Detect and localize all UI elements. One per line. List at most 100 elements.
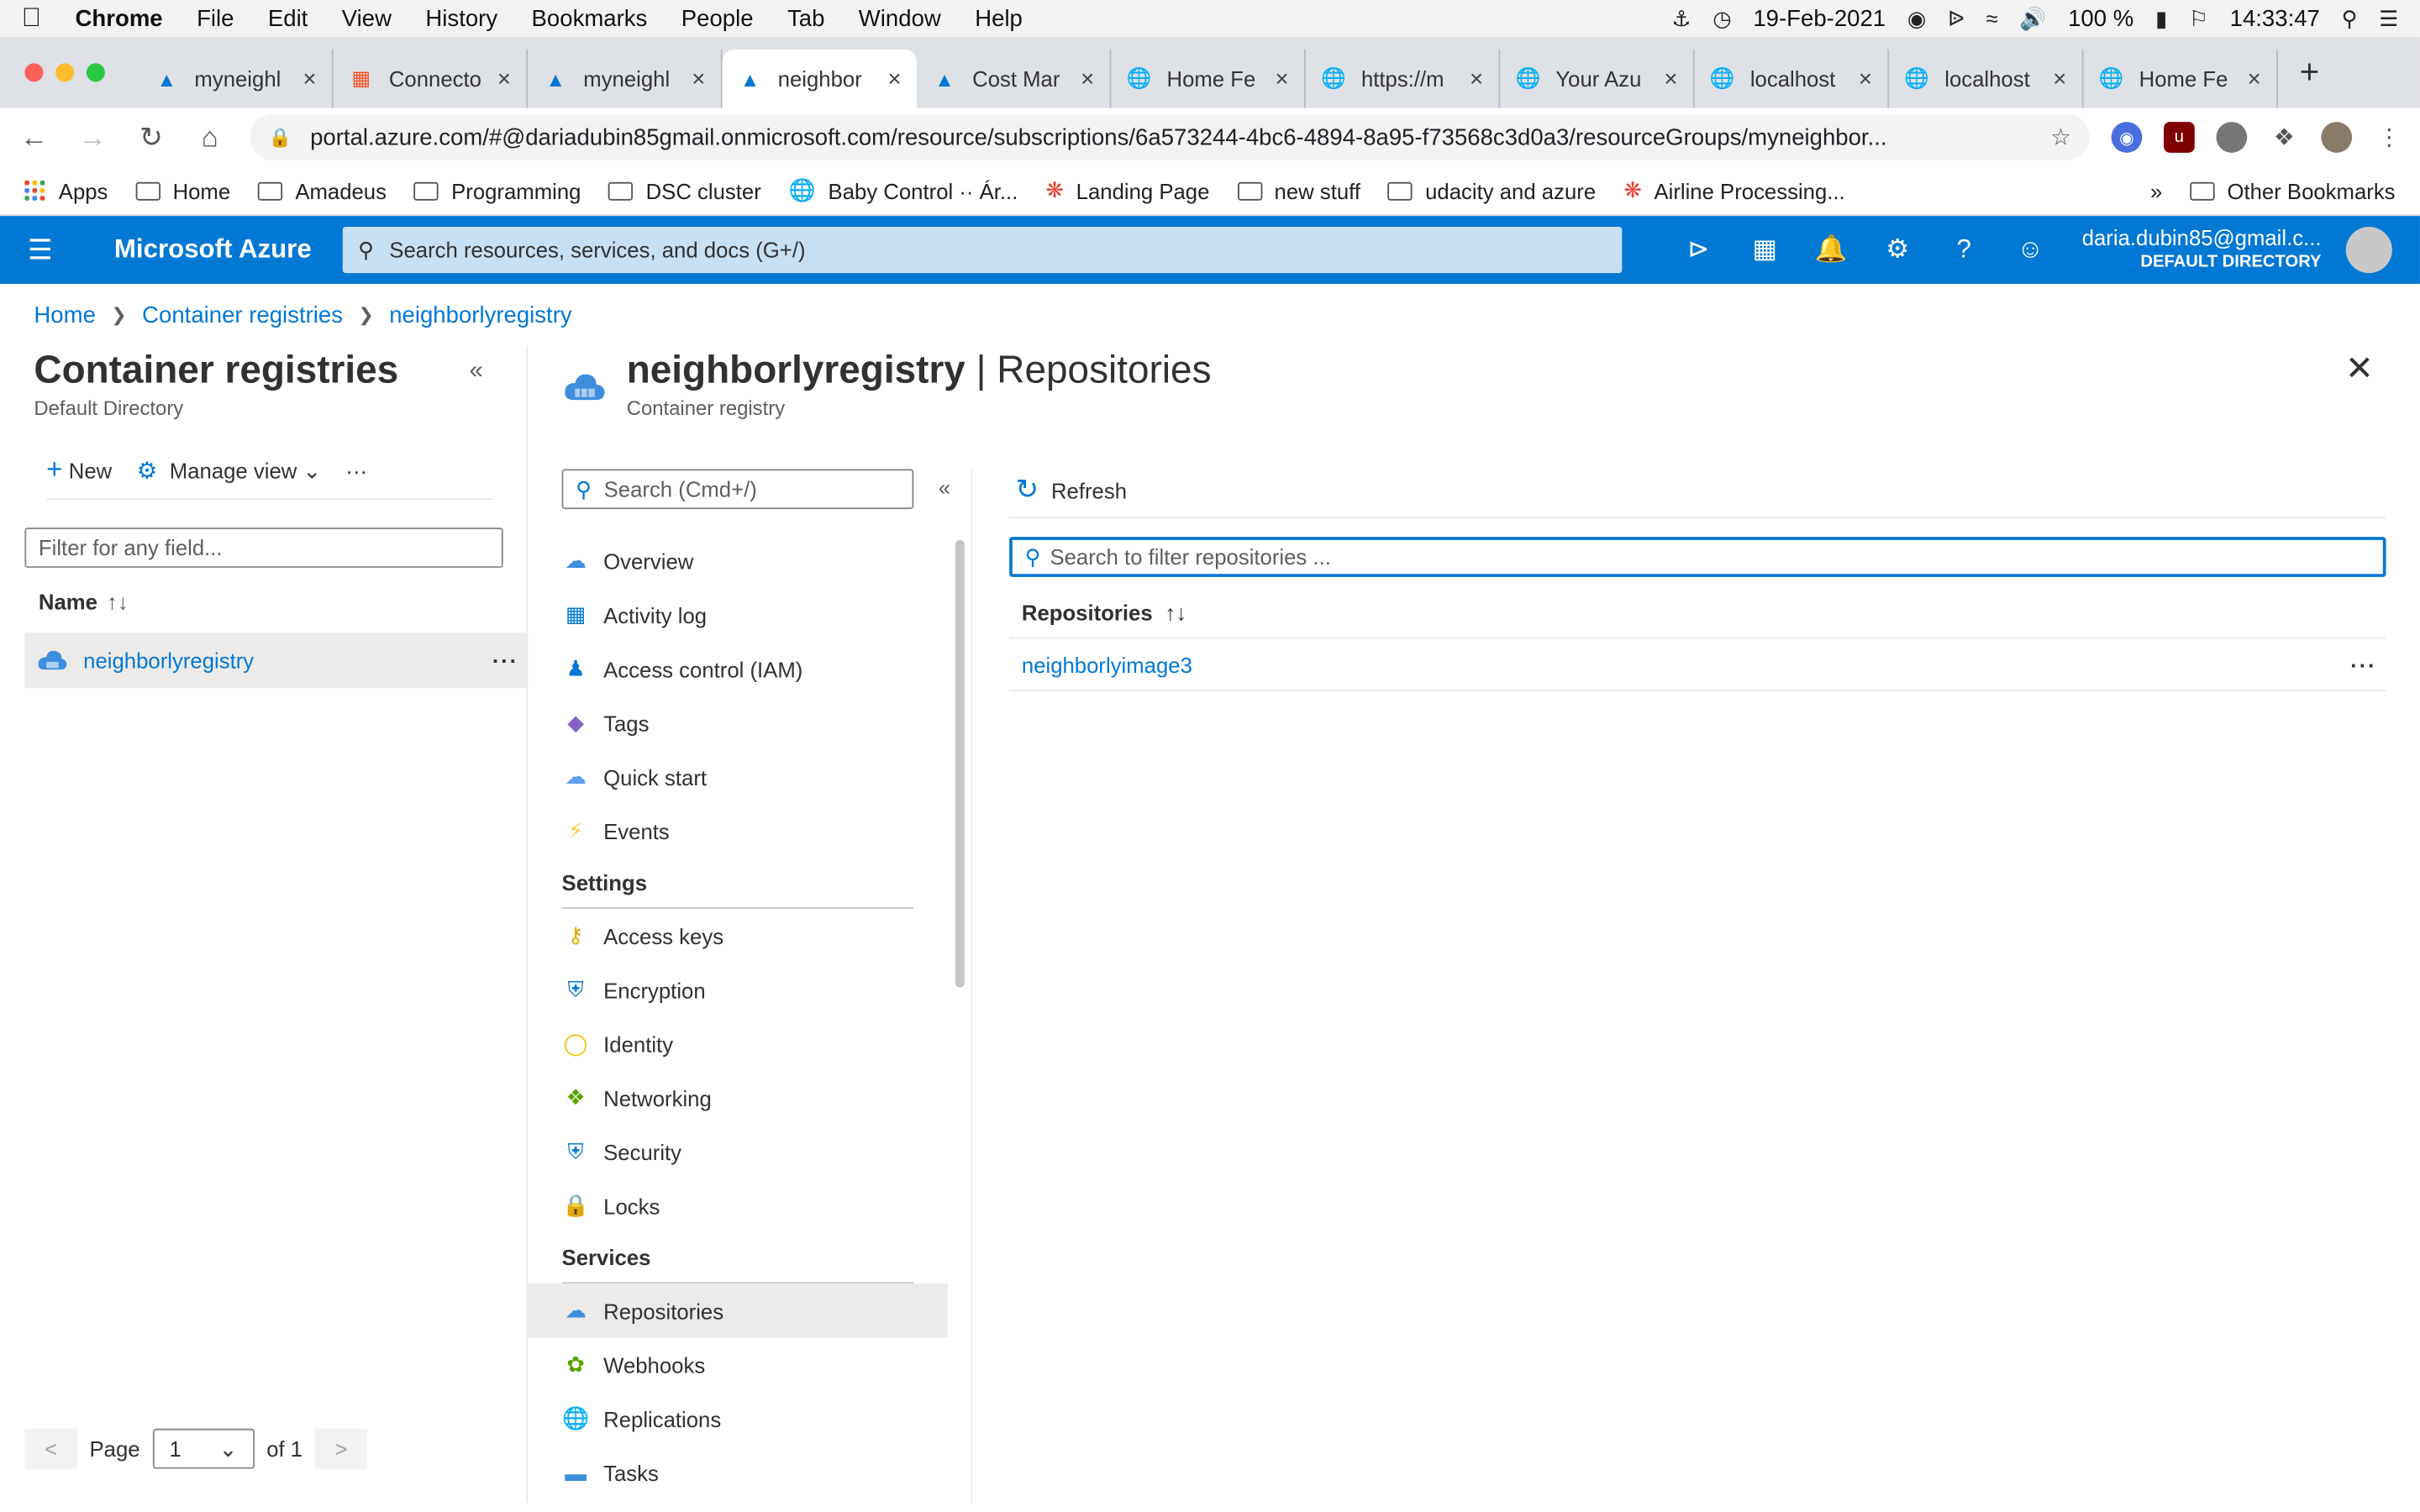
menu-item-access-control-iam[interactable]: ♟ Access control (IAM) — [528, 642, 971, 696]
browser-tab[interactable]: 🌐 https://m × — [1306, 49, 1501, 108]
portal-menu-icon[interactable]: ☰ — [0, 234, 81, 266]
menu-item-repositories[interactable]: ☁ Repositories — [528, 1284, 948, 1338]
battery-icon[interactable]: ▮ — [2155, 5, 2167, 31]
back-arrow-icon[interactable]: ← — [15, 121, 52, 154]
close-tab-icon[interactable]: × — [1081, 66, 1094, 92]
menu-item-tasks[interactable]: ▬ Tasks — [528, 1446, 971, 1499]
previous-page-button[interactable]: < — [24, 1428, 77, 1469]
address-bar[interactable]: 🔒 portal.azure.com/#@dariadubin85gmail.o… — [250, 113, 2090, 161]
home-icon[interactable]: ⌂ — [192, 121, 229, 154]
next-page-button[interactable]: > — [314, 1428, 368, 1469]
menu-item-identity[interactable]: ◯ Identity — [528, 1016, 971, 1070]
menu-item-replications[interactable]: 🌐 Replications — [528, 1392, 971, 1446]
azure-brand[interactable]: Microsoft Azure — [114, 234, 343, 265]
accessibility-icon[interactable]: ◉ — [1907, 5, 1926, 31]
filter-repositories-input[interactable]: ⚲ Search to filter repositories ... — [1009, 537, 2386, 577]
zoom-window-button[interactable] — [86, 63, 105, 82]
menu-item-security[interactable]: ⛨ Security — [528, 1125, 971, 1179]
directory-filter-icon[interactable]: ▦ — [1732, 234, 1798, 265]
menu-item-webhooks[interactable]: ✿ Webhooks — [528, 1337, 971, 1391]
forward-arrow-icon[interactable]: → — [74, 121, 111, 154]
menu-item-networking[interactable]: ❖ Networking — [528, 1071, 971, 1125]
close-blade-icon[interactable]: ✕ — [2345, 349, 2374, 389]
registry-name-link[interactable]: neighborlyregistry — [83, 648, 492, 672]
bookmark-item[interactable]: ❋ Airline Processing... — [1623, 177, 1844, 203]
bookmark-item[interactable]: Apps — [24, 178, 108, 203]
settings-gear-icon[interactable]: ⚙ — [1865, 234, 1931, 265]
more-commands-button[interactable]: ··· — [345, 458, 367, 482]
new-button[interactable]: + New — [46, 454, 112, 486]
help-icon[interactable]: ? — [1931, 234, 1997, 265]
sync-icon[interactable]: ◷ — [1712, 5, 1731, 31]
menu-item-overview[interactable]: ☁ Overview — [528, 533, 971, 587]
browser-tab[interactable]: ▲ Cost Mar × — [917, 49, 1112, 108]
browser-tab[interactable]: 🌐 Home Fe × — [1111, 49, 1306, 108]
new-tab-button[interactable]: + — [2300, 52, 2320, 92]
close-tab-icon[interactable]: × — [888, 66, 902, 92]
browser-tab[interactable]: ▲ myneighl × — [139, 49, 334, 108]
menu-app-name[interactable]: Chrome — [76, 5, 163, 31]
table-row[interactable]: neighborlyimage3 ··· — [1009, 638, 2386, 691]
collapse-pane-icon[interactable]: « — [470, 358, 483, 393]
bookmark-item[interactable]: Programming — [414, 178, 581, 203]
breadcrumb-neighborlyregistry[interactable]: neighborlyregistry — [389, 302, 571, 328]
ublock-extension-icon[interactable]: u — [2164, 122, 2195, 153]
browser-tab[interactable]: ▲ neighbor × — [722, 49, 917, 108]
browser-tab[interactable]: ▲ myneighl × — [528, 49, 723, 108]
menu-item-tags[interactable]: ◆ Tags — [528, 696, 971, 749]
volume-icon[interactable]: 🔊 — [2019, 5, 2046, 31]
close-tab-icon[interactable]: × — [497, 66, 511, 92]
row-more-options-button[interactable]: ··· — [492, 648, 518, 672]
bookmark-item[interactable]: udacity and azure — [1388, 178, 1596, 203]
spotlight-search-icon[interactable]: ⚲ — [2342, 5, 2358, 31]
close-tab-icon[interactable]: × — [2053, 66, 2066, 92]
notifications-bell-icon[interactable]: 🔔 — [1798, 234, 1865, 265]
menu-view[interactable]: View — [342, 5, 392, 31]
filter-field-input[interactable]: Filter for any field... — [24, 528, 503, 568]
menu-people[interactable]: People — [681, 5, 754, 31]
list-item[interactable]: neighborlyregistry ··· — [24, 633, 529, 689]
browser-tab[interactable]: 🌐 localhost × — [1695, 49, 1890, 108]
bookmark-item[interactable]: ❋ Landing Page — [1045, 177, 1209, 203]
feedback-smiley-icon[interactable]: ☺ — [1997, 234, 2064, 265]
close-tab-icon[interactable]: × — [1664, 66, 1677, 92]
docker-icon[interactable]: ⚓ — [1671, 5, 1691, 31]
bookmark-item[interactable]: Home — [135, 178, 230, 203]
repositories-column-header[interactable]: Repositories ↑↓ — [1009, 596, 2386, 639]
lock-icon[interactable]: 🔒 — [269, 127, 292, 149]
user-avatar[interactable] — [2345, 226, 2393, 274]
close-tab-icon[interactable]: × — [692, 66, 705, 92]
close-window-button[interactable] — [24, 63, 44, 82]
chrome-menu-icon[interactable]: ⋮ — [2373, 122, 2405, 153]
bookmark-star-icon[interactable]: ☆ — [2050, 123, 2071, 151]
close-tab-icon[interactable]: × — [1470, 66, 1483, 92]
browser-tab[interactable]: 🌐 Your Azu × — [1500, 49, 1695, 108]
menu-item-quick-start[interactable]: ☁ Quick start — [528, 750, 971, 804]
other-bookmarks[interactable]: Other Bookmarks — [2190, 178, 2396, 203]
bluetooth-icon[interactable]: ᐉ — [1948, 5, 1965, 31]
menu-item-activity-log[interactable]: ▦ Activity log — [528, 588, 971, 642]
minimize-window-button[interactable] — [55, 63, 75, 82]
camera-extension-icon[interactable]: ◉ — [2111, 122, 2143, 153]
browser-tab[interactable]: ▦ Connecto × — [334, 49, 529, 108]
bookmark-item[interactable]: DSC cluster — [608, 178, 761, 203]
close-tab-icon[interactable]: × — [302, 66, 316, 92]
browser-tab[interactable]: 🌐 Home Fe × — [2084, 49, 2278, 108]
bookmark-item[interactable]: new stuff — [1237, 178, 1360, 203]
circle-extension-icon[interactable] — [2216, 122, 2248, 153]
breadcrumb-container-registries[interactable]: Container registries — [142, 302, 343, 328]
manage-view-button[interactable]: ⚙ Manage view ⌄ — [137, 456, 321, 484]
page-select[interactable]: 1 ⌄ — [152, 1428, 255, 1469]
breadcrumb-home[interactable]: Home — [34, 302, 95, 328]
menu-item-events[interactable]: ⚡ Events — [528, 804, 971, 858]
global-search-input[interactable]: ⚲ Search resources, services, and docs (… — [342, 226, 1623, 274]
flag-icon[interactable]: ⚐ — [2189, 5, 2208, 31]
close-tab-icon[interactable]: × — [1276, 66, 1289, 92]
bookmark-item[interactable]: Amadeus — [258, 178, 387, 203]
apple-icon[interactable]:  — [22, 3, 41, 34]
menu-item-locks[interactable]: 🔒 Locks — [528, 1179, 971, 1232]
menu-scrollbar[interactable] — [955, 539, 965, 988]
menu-bookmarks[interactable]: Bookmarks — [532, 5, 648, 31]
collapse-menu-icon[interactable]: « — [939, 475, 950, 500]
menu-help[interactable]: Help — [975, 5, 1023, 31]
